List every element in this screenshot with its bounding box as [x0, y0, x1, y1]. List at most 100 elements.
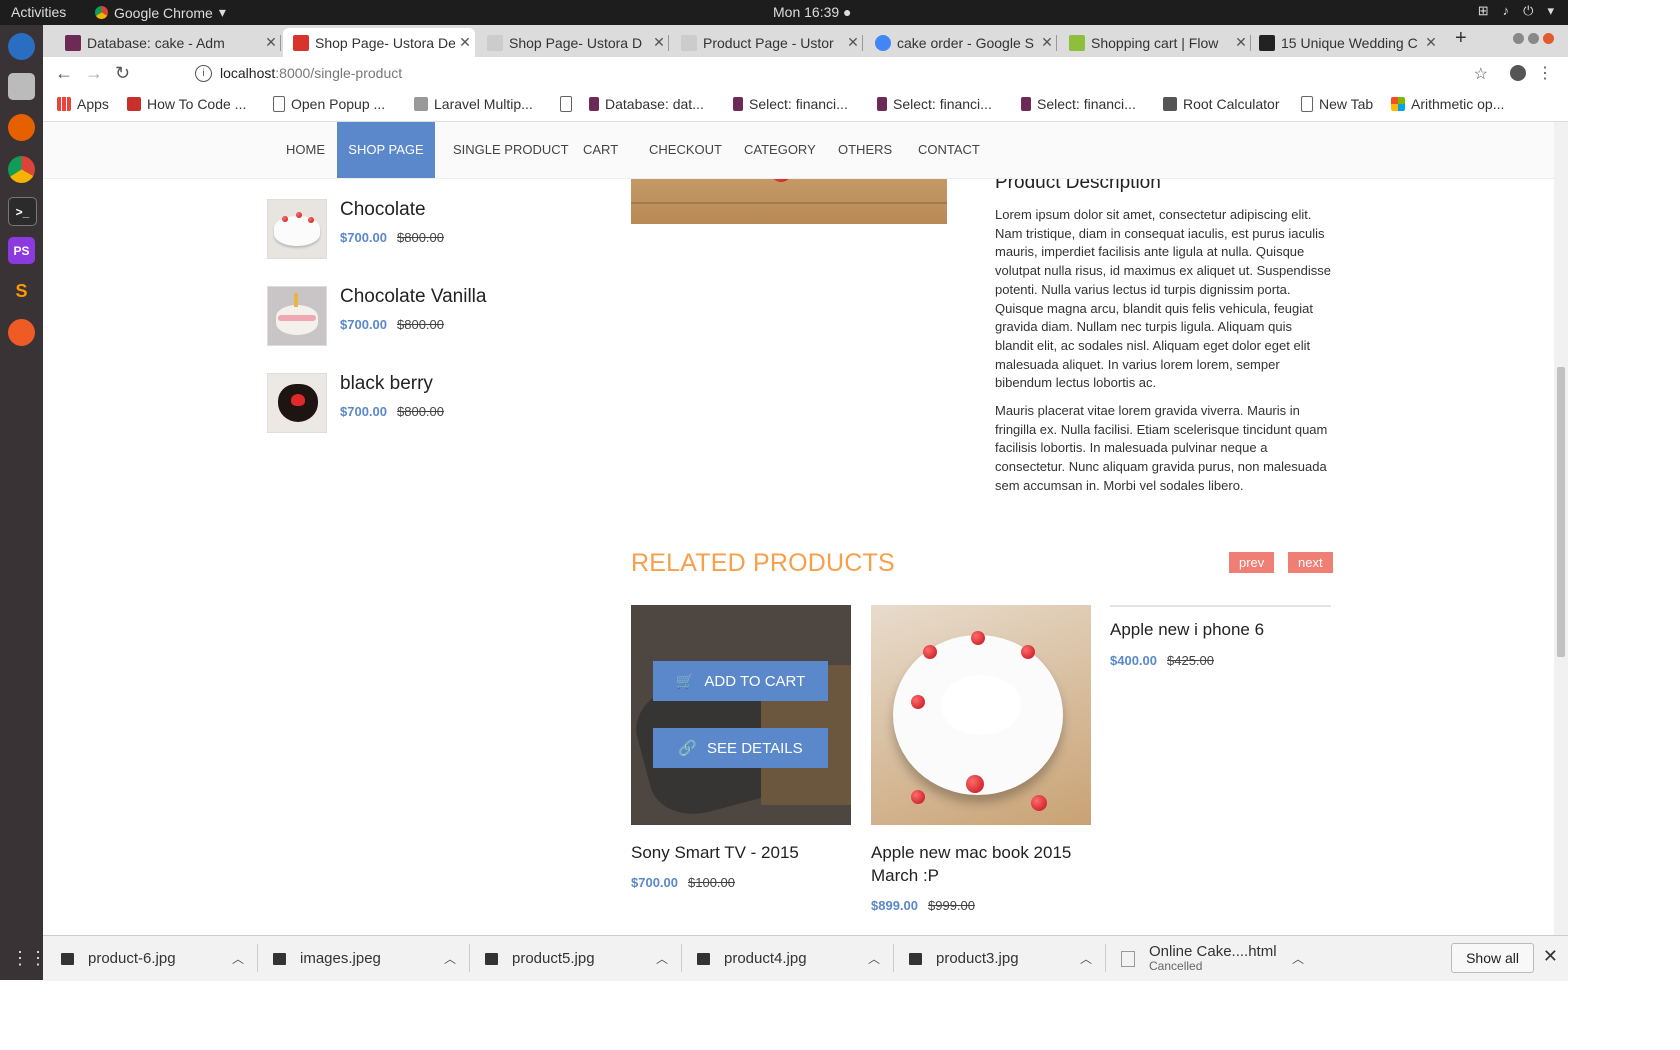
- show-all-button[interactable]: Show all: [1451, 943, 1534, 973]
- tab-title: Database: cake - Adm: [87, 34, 225, 51]
- files-icon[interactable]: [8, 73, 35, 100]
- next-button[interactable]: next: [1288, 552, 1333, 573]
- close-icon[interactable]: ✕: [1231, 34, 1251, 51]
- apps-grid-icon: [57, 97, 71, 111]
- related-product-name-link[interactable]: Apple new i phone 6: [1110, 618, 1340, 641]
- browser-tab[interactable]: Database: cake - Adm ✕: [55, 28, 281, 57]
- description-paragraph: Lorem ipsum dolor sit amet, consectetur …: [995, 207, 1332, 391]
- clock[interactable]: Mon 16:39 ●: [773, 4, 852, 20]
- tab-strip: Database: cake - Adm ✕ Shop Page- Ustora…: [43, 25, 1568, 57]
- product-thumbnail[interactable]: [267, 373, 327, 433]
- related-product-image[interactable]: 🛒 Add to cart 🔗 See details: [631, 605, 851, 825]
- close-icon[interactable]: ✕: [261, 34, 281, 51]
- system-tray[interactable]: ⊞ ♪ ⏻ ▾: [1478, 3, 1554, 19]
- download-item[interactable]: product3.jpg ︿: [909, 936, 1106, 981]
- chevron-up-icon[interactable]: ︿: [1292, 950, 1304, 967]
- firefox-icon[interactable]: [8, 114, 35, 141]
- show-apps-icon[interactable]: ⋮⋮⋮: [11, 948, 65, 968]
- chevron-up-icon[interactable]: ︿: [868, 950, 880, 967]
- download-item[interactable]: product5.jpg ︿: [485, 936, 682, 981]
- bookmark-item[interactable]: Laravel Multip...: [414, 96, 533, 112]
- close-icon[interactable]: ✕: [1421, 34, 1441, 51]
- bookmark-item[interactable]: Open Popup ...: [273, 96, 385, 112]
- phpmyadmin-icon: [733, 97, 743, 111]
- postman-icon[interactable]: [8, 319, 35, 346]
- window-controls[interactable]: [1513, 33, 1554, 44]
- back-icon[interactable]: ←: [55, 63, 73, 84]
- main-navigation: Home Shop page Single product Cart Check…: [43, 122, 1554, 179]
- nav-checkout[interactable]: Checkout: [649, 122, 722, 178]
- nav-shop-page[interactable]: Shop page: [337, 122, 435, 178]
- download-item[interactable]: images.jpeg ︿: [273, 936, 470, 981]
- related-product-image[interactable]: [871, 605, 1091, 825]
- chevron-up-icon[interactable]: ︿: [232, 950, 244, 967]
- original-price: $800.00: [397, 230, 444, 245]
- related-product-name-link[interactable]: Apple new mac book 2015 March :P: [871, 841, 1101, 887]
- product-name-link[interactable]: Chocolate: [340, 199, 426, 221]
- close-icon[interactable]: ✕: [843, 34, 863, 51]
- sale-price: $899.00: [871, 898, 918, 913]
- nav-single-product[interactable]: Single product: [453, 122, 569, 178]
- browser-tab[interactable]: Product Page - Ustor ✕: [671, 28, 863, 57]
- browser-tab[interactable]: 15 Unique Wedding C ✕: [1249, 28, 1441, 57]
- prev-button[interactable]: prev: [1229, 552, 1275, 573]
- close-icon[interactable]: ✕: [455, 34, 475, 51]
- bookmark-item[interactable]: Arithmetic op...: [1391, 96, 1504, 112]
- activities-button[interactable]: Activities: [11, 4, 66, 20]
- bookmark-item[interactable]: Select: financi...: [877, 96, 992, 112]
- reload-icon[interactable]: ↻: [115, 63, 130, 84]
- page-scrollbar[interactable]: [1554, 122, 1568, 935]
- browser-tab[interactable]: Shop Page- Ustora D ✕: [477, 28, 669, 57]
- chrome-icon[interactable]: [8, 156, 35, 183]
- bookmark-item[interactable]: Select: financi...: [733, 96, 848, 112]
- close-icon[interactable]: ✕: [1037, 34, 1057, 51]
- tab-favicon-icon: [1259, 34, 1275, 51]
- sublime-icon[interactable]: S: [8, 278, 35, 305]
- bookmark-item[interactable]: Database: dat...: [589, 96, 704, 112]
- new-tab-icon[interactable]: +: [1455, 27, 1467, 50]
- bookmark-star-icon[interactable]: ☆: [1474, 64, 1488, 84]
- nav-cart[interactable]: Cart: [583, 122, 618, 178]
- add-to-cart-button[interactable]: 🛒 Add to cart: [653, 661, 828, 701]
- microsoft-icon: [1391, 97, 1405, 111]
- related-product-name-link[interactable]: Sony Smart TV - 2015: [631, 841, 861, 864]
- bookmark-favicon-icon: [127, 97, 141, 111]
- thunderbird-icon[interactable]: [8, 33, 35, 60]
- nav-home[interactable]: Home: [286, 122, 325, 178]
- app-menu[interactable]: Google Chrome ▾: [95, 4, 226, 21]
- product-name-link[interactable]: black berry: [340, 373, 433, 395]
- download-item-cancelled[interactable]: Online Cake....html Cancelled ︿: [1121, 936, 1318, 981]
- browser-tab[interactable]: cake order - Google S ✕: [865, 28, 1057, 57]
- browser-tab-active[interactable]: Shop Page- Ustora De ✕: [283, 28, 475, 57]
- close-icon[interactable]: ✕: [1543, 946, 1558, 967]
- close-icon[interactable]: ✕: [649, 34, 669, 51]
- bookmark-item[interactable]: Select: financi...: [1021, 96, 1136, 112]
- product-name-link[interactable]: Chocolate Vanilla: [340, 286, 486, 308]
- bookmark-apps[interactable]: Apps: [57, 96, 109, 112]
- download-item[interactable]: product4.jpg ︿: [697, 936, 894, 981]
- menu-icon[interactable]: ⋮: [1537, 63, 1553, 83]
- account-icon[interactable]: [1510, 65, 1526, 81]
- see-details-button[interactable]: 🔗 See details: [653, 728, 828, 768]
- chevron-up-icon[interactable]: ︿: [444, 950, 456, 967]
- browser-tab[interactable]: Shopping cart | Flow ✕: [1059, 28, 1251, 57]
- nav-contact[interactable]: Contact: [918, 122, 980, 178]
- terminal-icon[interactable]: >_: [8, 197, 37, 226]
- bookmark-item[interactable]: How To Code ...: [127, 96, 246, 112]
- phpstorm-icon[interactable]: PS: [8, 237, 35, 264]
- bookmark-item[interactable]: Root Calculator: [1163, 96, 1280, 112]
- nav-category[interactable]: Category: [744, 122, 816, 178]
- bookmark-item[interactable]: New Tab: [1301, 96, 1373, 112]
- nav-others[interactable]: Others: [838, 122, 892, 178]
- chevron-up-icon[interactable]: ︿: [1080, 950, 1092, 967]
- product-thumbnail[interactable]: [267, 286, 327, 346]
- forward-icon[interactable]: →: [85, 63, 103, 84]
- chevron-up-icon[interactable]: ︿: [656, 950, 668, 967]
- scrollbar-thumb[interactable]: [1557, 367, 1565, 657]
- info-icon[interactable]: i: [195, 65, 212, 82]
- address-bar[interactable]: i localhost:8000/single-product: [195, 65, 402, 82]
- bookmark-item[interactable]: [560, 96, 578, 112]
- product-thumbnail[interactable]: [267, 199, 327, 259]
- tab-favicon-icon: [65, 34, 81, 51]
- download-item[interactable]: product-6.jpg ︿: [61, 936, 258, 981]
